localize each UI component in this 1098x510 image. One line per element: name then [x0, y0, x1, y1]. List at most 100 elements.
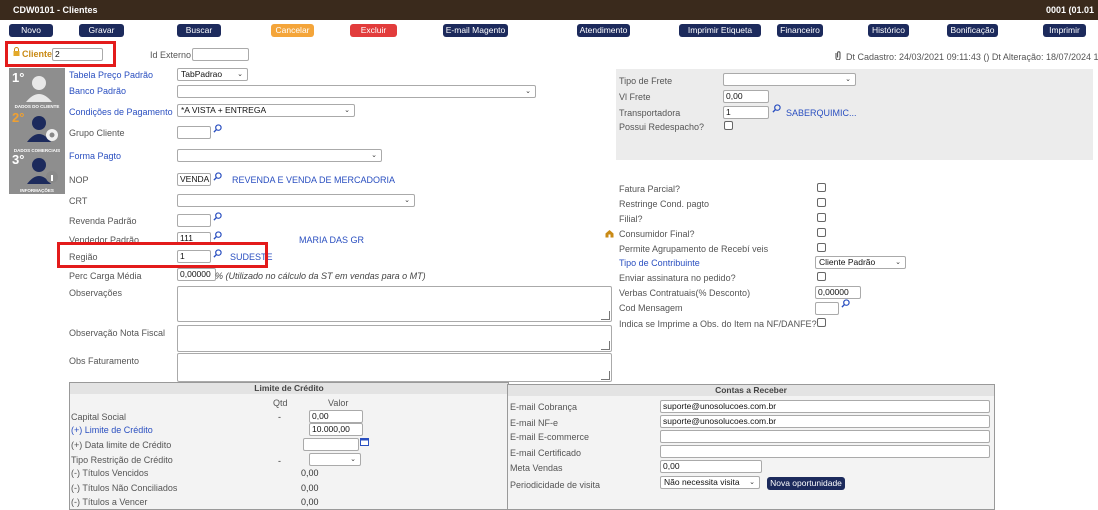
email-nfe-label: E-mail NF-e	[510, 418, 559, 428]
email-nfe-input[interactable]: suporte@unosolucoes.com.br	[660, 415, 990, 428]
chevron-down-icon: ⌄	[895, 259, 901, 266]
chevron-down-icon: ⌄	[845, 76, 851, 83]
nao-conciliados-label: (-) Títulos Não Conciliados	[71, 483, 178, 493]
obs-nf-textarea[interactable]	[177, 325, 612, 352]
excluir-button[interactable]: Excluir	[350, 24, 397, 37]
condicoes-label[interactable]: Condições de Pagamento	[69, 107, 173, 117]
email-certificado-label: E-mail Certificado	[510, 448, 582, 458]
email-cobranca-input[interactable]: suporte@unosolucoes.com.br	[660, 400, 990, 413]
obs-faturamento-textarea[interactable]	[177, 353, 612, 382]
data-limite-input[interactable]	[303, 438, 359, 451]
condicoes-select[interactable]: *A VISTA + ENTREGA ⌄	[177, 104, 355, 117]
redespacho-label: Possui Redespacho?	[619, 122, 705, 132]
crt-select[interactable]: ⌄	[177, 194, 415, 207]
buscar-button[interactable]: Buscar	[177, 24, 221, 37]
chevron-down-icon: ⌄	[525, 88, 531, 95]
search-icon[interactable]	[841, 299, 850, 308]
vl-frete-input[interactable]: 0,00	[723, 90, 769, 103]
window-title: CDW0101 - Clientes	[13, 5, 98, 15]
resize-grip-icon[interactable]	[601, 341, 610, 350]
imprimir-etiqueta-button[interactable]: Imprimir Etiqueta	[679, 24, 761, 37]
home-icon	[605, 229, 614, 240]
search-icon[interactable]	[213, 172, 222, 181]
assinatura-checkbox[interactable]	[817, 272, 826, 281]
email-certificado-input[interactable]	[660, 445, 990, 458]
vencidos-label: (-) Títulos Vencidos	[71, 468, 149, 478]
chevron-down-icon: ⌄	[344, 107, 350, 114]
imprimir-button[interactable]: Imprimir	[1043, 24, 1086, 37]
search-icon[interactable]	[213, 231, 222, 240]
attachment-icon[interactable]	[835, 51, 841, 62]
tipo-contribuinte-select[interactable]: Cliente Padrão ⌄	[815, 256, 906, 269]
historico-button[interactable]: Histórico	[868, 24, 909, 37]
tipo-contribuinte-label[interactable]: Tipo de Contribuinte	[619, 258, 700, 268]
consumidor-checkbox[interactable]	[817, 228, 826, 237]
nop-description: REVENDA E VENDA DE MERCADORIA	[232, 175, 396, 185]
agrupamento-checkbox[interactable]	[817, 243, 826, 252]
perc-carga-input[interactable]: 0,00000	[177, 268, 216, 281]
banco-select[interactable]: ⌄	[177, 85, 536, 98]
nop-input[interactable]: VENDA	[177, 173, 211, 186]
calendar-icon[interactable]	[360, 437, 369, 448]
nao-conciliados-value: 0,00	[301, 483, 319, 493]
fatura-parcial-checkbox[interactable]	[817, 183, 826, 192]
meta-vendas-input[interactable]: 0,00	[660, 460, 762, 473]
resize-grip-icon[interactable]	[601, 311, 610, 320]
transportadora-input[interactable]: 1	[723, 106, 769, 119]
filial-checkbox[interactable]	[817, 213, 826, 222]
restringe-label: Restringe Cond. pagto	[619, 199, 710, 209]
restringe-checkbox[interactable]	[817, 198, 826, 207]
redespacho-checkbox[interactable]	[724, 121, 733, 130]
restricao-select[interactable]: ⌄	[309, 453, 361, 466]
step-1-caption: DADOS DO CLIENTE	[14, 104, 60, 109]
tabela-preco-label[interactable]: Tabela Preço Padrão	[69, 70, 153, 80]
observacoes-textarea[interactable]	[177, 286, 612, 322]
restricao-qtd: -	[278, 456, 281, 466]
id-externo-input[interactable]	[192, 48, 249, 61]
resize-grip-icon[interactable]	[601, 371, 610, 380]
revenda-input[interactable]	[177, 214, 211, 227]
novo-button[interactable]: Novo	[9, 24, 53, 37]
email-cobranca-label: E-mail Cobrança	[510, 402, 578, 412]
limite-credito-input[interactable]: 10.000,00	[309, 423, 363, 436]
crt-label: CRT	[69, 196, 88, 206]
capital-social-input[interactable]: 0,00	[309, 410, 363, 423]
verbas-input[interactable]: 0,00000	[815, 286, 861, 299]
obs-faturamento-label: Obs Faturamento	[69, 356, 140, 366]
grupo-cliente-label: Grupo Cliente	[69, 128, 125, 138]
email-ecommerce-input[interactable]	[660, 430, 990, 443]
info-user-icon[interactable]	[25, 156, 59, 184]
banco-label[interactable]: Banco Padrão	[69, 86, 126, 96]
periodicidade-value: Não necessita visita	[664, 477, 740, 487]
search-icon[interactable]	[772, 104, 781, 113]
step-3-number: 3°	[12, 152, 25, 167]
email-magento-button[interactable]: E-mail Magento	[443, 24, 508, 37]
perc-carga-note: % (Utilizado no cálculo da ST em vendas …	[215, 271, 426, 281]
obs-nf-label: Observação Nota Fiscal	[69, 328, 166, 338]
user-silhouette-icon[interactable]	[23, 74, 55, 102]
restricao-label: Tipo Restrição de Crédito	[71, 455, 173, 465]
cancelar-button[interactable]: Cancelar	[271, 24, 314, 37]
grupo-cliente-input[interactable]	[177, 126, 211, 139]
indica-obs-checkbox[interactable]	[817, 318, 826, 327]
forma-pagto-label[interactable]: Forma Pagto	[69, 151, 121, 161]
atendimento-button[interactable]: Atendimento	[577, 24, 630, 37]
chevron-down-icon: ⌄	[749, 479, 755, 486]
gravar-button[interactable]: Gravar	[79, 24, 124, 37]
commercial-user-icon[interactable]	[25, 114, 59, 142]
periodicidade-select[interactable]: Não necessita visita ⌄	[660, 476, 760, 489]
limite-credito-label[interactable]: (+) Limite de Crédito	[71, 425, 153, 435]
nova-oportunidade-button[interactable]: Nova oportunidade	[767, 477, 845, 490]
search-icon[interactable]	[213, 124, 222, 133]
transportadora-label: Transportadora	[619, 108, 681, 118]
forma-pagto-select[interactable]: ⌄	[177, 149, 382, 162]
search-icon[interactable]	[213, 212, 222, 221]
capital-social-qtd: -	[278, 412, 281, 422]
perc-carga-label: Perc Carga Média	[69, 271, 142, 281]
bonificacao-button[interactable]: Bonificação	[947, 24, 998, 37]
tabela-preco-select[interactable]: TabPadrao ⌄	[177, 68, 248, 81]
tipo-frete-select[interactable]: ⌄	[723, 73, 856, 86]
consumidor-label: Consumidor Final?	[619, 229, 695, 239]
financeiro-button[interactable]: Financeiro	[777, 24, 823, 37]
cod-mensagem-input[interactable]	[815, 302, 839, 315]
